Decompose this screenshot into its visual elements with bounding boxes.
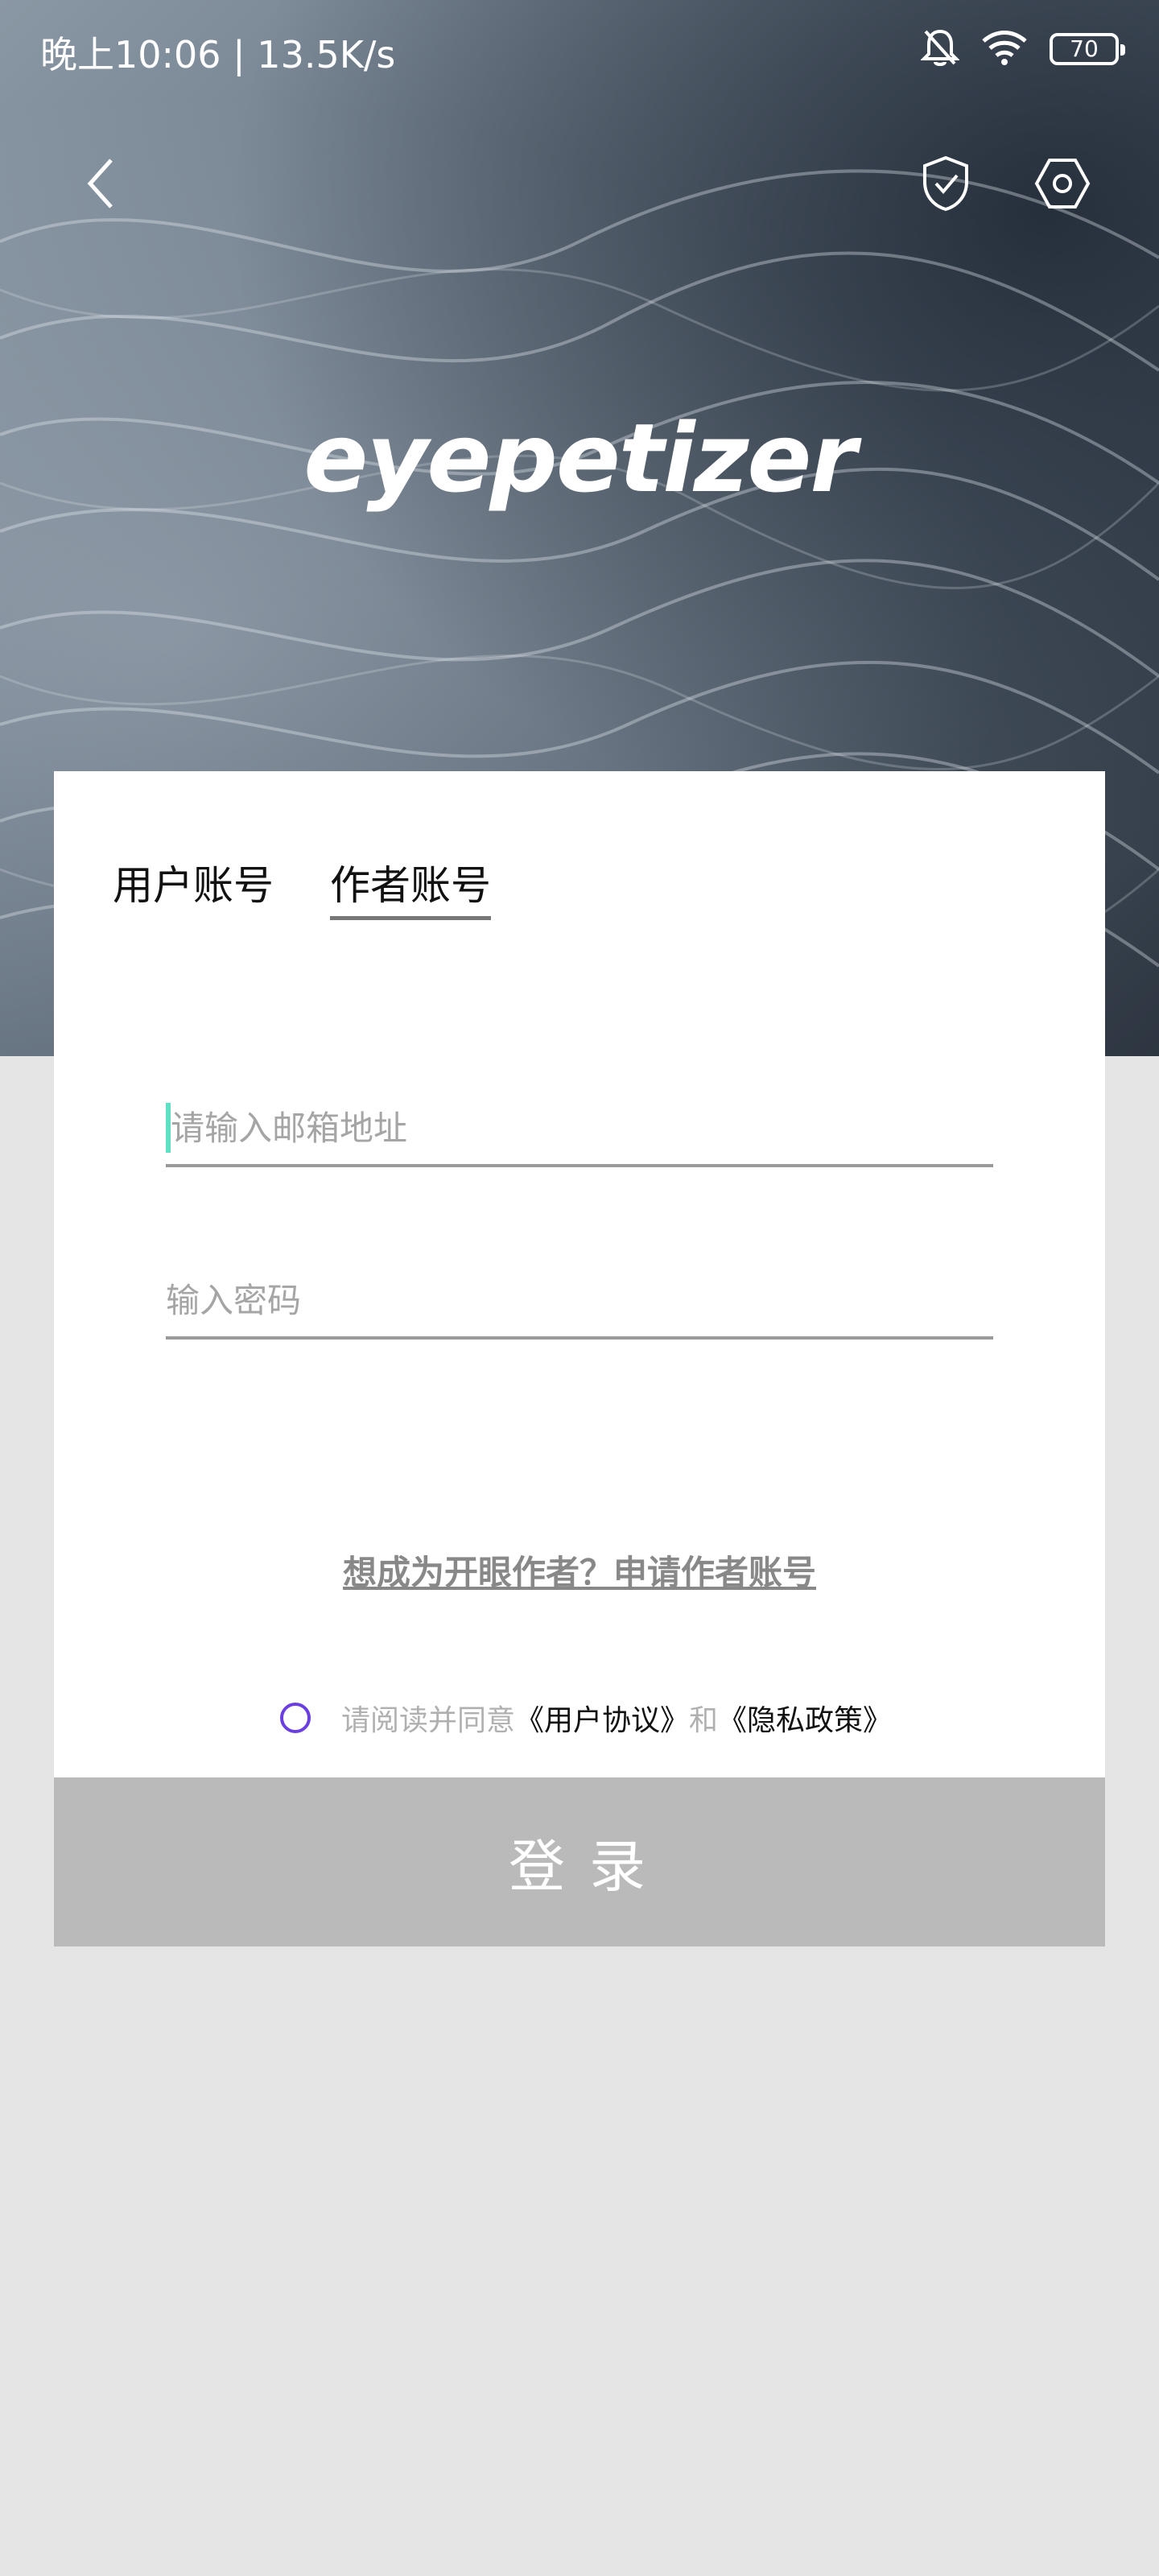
tab-user-account[interactable]: 用户账号 bbox=[113, 853, 274, 920]
agreement-row: 请阅读并同意 《用户协议》 和 《隐私政策》 bbox=[280, 1697, 892, 1739]
shield-check-icon bbox=[920, 155, 971, 216]
email-field bbox=[166, 1092, 993, 1167]
status-icons: 70 bbox=[920, 24, 1125, 74]
battery-level: 70 bbox=[1070, 35, 1099, 62]
status-bar: 晚上10:06 | 13.5K/s 70 bbox=[0, 0, 1159, 97]
status-time: 晚上10:06 | 13.5K/s bbox=[40, 33, 396, 76]
apply-author-link[interactable]: 想成为开眼作者？申请作者账号 bbox=[0, 1546, 1159, 1595]
security-button[interactable] bbox=[909, 149, 982, 221]
app-logo: eyepetizer bbox=[303, 402, 856, 514]
privacy-policy-link[interactable]: 《隐私政策》 bbox=[718, 1697, 892, 1739]
password-field bbox=[166, 1264, 993, 1340]
login-button[interactable]: 登录 bbox=[54, 1777, 1105, 1946]
agree-radio[interactable] bbox=[280, 1703, 311, 1733]
account-tabs: 用户账号 作者账号 bbox=[113, 853, 491, 920]
password-input[interactable] bbox=[166, 1280, 993, 1320]
back-button[interactable] bbox=[64, 149, 137, 221]
agreement-prefix: 请阅读并同意 bbox=[341, 1704, 516, 1737]
user-agreement-link[interactable]: 《用户协议》 bbox=[515, 1697, 689, 1739]
hexagon-settings-icon bbox=[1033, 157, 1091, 213]
wifi-icon bbox=[980, 28, 1029, 70]
email-input[interactable] bbox=[171, 1108, 993, 1148]
agreement-and: 和 bbox=[689, 1704, 719, 1737]
chevron-left-icon bbox=[80, 155, 121, 215]
battery-icon: 70 bbox=[1050, 33, 1125, 65]
tab-author-account[interactable]: 作者账号 bbox=[330, 853, 491, 920]
settings-button[interactable] bbox=[1026, 149, 1099, 221]
bell-off-icon bbox=[920, 27, 960, 72]
